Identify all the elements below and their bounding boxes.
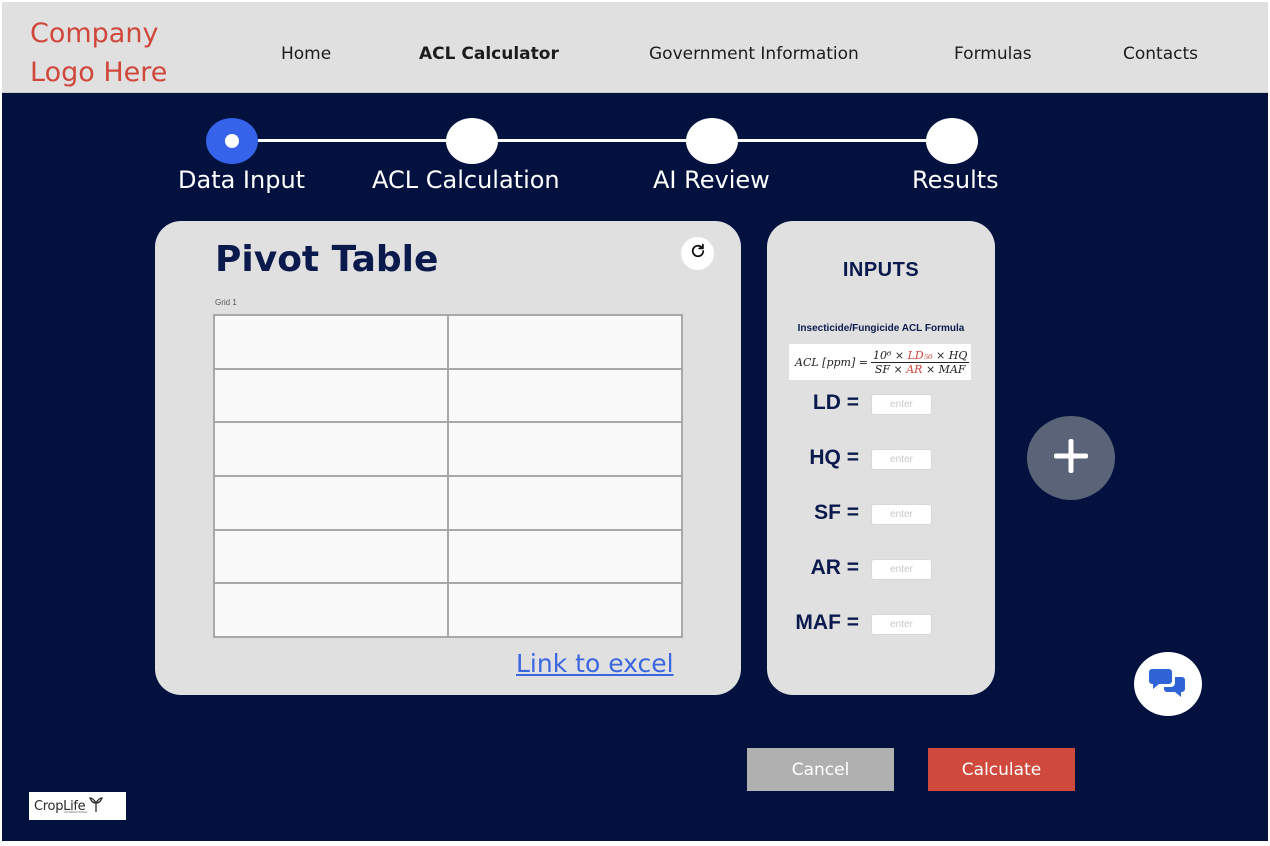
input-row-sf: SF = xyxy=(767,501,995,525)
maf-input[interactable] xyxy=(871,614,932,635)
pivot-table-title: Pivot Table xyxy=(215,239,439,280)
nav-contacts[interactable]: Contacts xyxy=(1123,44,1198,64)
step-ai-review-indicator[interactable] xyxy=(686,118,738,164)
nav-government-information[interactable]: Government Information xyxy=(649,44,859,64)
ar-label: AR = xyxy=(810,556,859,579)
ld-label: LD = xyxy=(812,391,859,414)
sf-input[interactable] xyxy=(871,504,932,525)
acl-calculator-app: Company Logo Here Home ACL Calculator Go… xyxy=(0,0,1270,846)
formula-numerator-suffix: × HQ xyxy=(932,348,968,362)
add-input-button[interactable] xyxy=(1027,416,1115,500)
grid-cell[interactable] xyxy=(215,369,447,422)
step-data-input-label: Data Input xyxy=(178,166,306,194)
input-row-hq: HQ = xyxy=(767,446,995,470)
inputs-card: INPUTS Insecticide/Fungicide ACL Formula… xyxy=(767,221,995,695)
company-logo: Company Logo Here xyxy=(30,14,180,92)
croplife-plant-icon xyxy=(89,796,104,817)
step-ai-review-label: AI Review xyxy=(653,166,770,194)
grid-cell[interactable] xyxy=(215,477,447,529)
croplife-logo: CropLife INTERNATIONAL xyxy=(29,792,126,820)
plus-icon xyxy=(1052,437,1090,480)
input-row-ld: LD = xyxy=(767,391,995,415)
pivot-table-card: Pivot Table Grid 1 Link to excel xyxy=(155,221,741,695)
grid-cell[interactable] xyxy=(449,423,681,475)
formula-title: Insecticide/Fungicide ACL Formula xyxy=(797,323,965,334)
formula-fraction: 10⁶ × LD₅₀ × HQ SF × AR × MAF xyxy=(870,348,970,376)
formula-numerator-prefix: 10⁶ × xyxy=(872,348,908,362)
step-results-indicator[interactable] xyxy=(926,118,978,164)
nav-formulas[interactable]: Formulas xyxy=(954,44,1032,64)
input-row-ar: AR = xyxy=(767,556,995,580)
ld-input[interactable] xyxy=(871,394,932,415)
step-data-input-indicator[interactable] xyxy=(206,118,258,164)
grid-cell[interactable] xyxy=(215,423,447,475)
grid-label: Grid 1 xyxy=(215,298,237,307)
hq-label: HQ = xyxy=(809,446,859,469)
calculate-button[interactable]: Calculate xyxy=(928,748,1075,791)
excel-link[interactable]: Link to excel xyxy=(516,649,674,678)
grid-cell[interactable] xyxy=(449,316,681,368)
grid-cell[interactable] xyxy=(215,584,447,636)
formula-numerator: 10⁶ × LD₅₀ × HQ xyxy=(870,348,970,363)
acl-formula: ACL [ppm] = 10⁶ × LD₅₀ × HQ SF × AR × MA… xyxy=(789,344,971,380)
ar-input[interactable] xyxy=(871,559,932,580)
refresh-button[interactable] xyxy=(681,237,714,270)
formula-lhs: ACL [ppm] = xyxy=(795,355,868,369)
step-acl-calculation-label: ACL Calculation xyxy=(372,166,560,194)
nav-home[interactable]: Home xyxy=(281,44,331,64)
chat-bubbles-icon xyxy=(1149,665,1187,704)
top-header: Company Logo Here Home ACL Calculator Go… xyxy=(2,2,1268,93)
step-active-dot xyxy=(225,134,239,148)
sf-label: SF = xyxy=(814,501,859,524)
formula-denominator: SF × AR × MAF xyxy=(873,363,968,376)
inputs-title: INPUTS xyxy=(842,259,920,281)
cancel-button[interactable]: Cancel xyxy=(747,748,894,791)
maf-label: MAF = xyxy=(795,611,859,634)
formula-denominator-red: AR xyxy=(906,362,923,376)
step-acl-calculation-indicator[interactable] xyxy=(446,118,498,164)
grid-cell[interactable] xyxy=(449,530,681,583)
stepper-line xyxy=(233,139,978,142)
grid-cell[interactable] xyxy=(449,477,681,529)
formula-denominator-suffix: × MAF xyxy=(922,362,966,376)
grid-cell[interactable] xyxy=(215,316,447,368)
chat-button[interactable] xyxy=(1134,652,1202,716)
grid-cell[interactable] xyxy=(449,369,681,422)
input-row-maf: MAF = xyxy=(767,611,995,635)
pivot-grid xyxy=(213,314,683,638)
grid-cell[interactable] xyxy=(215,530,447,583)
grid-cell[interactable] xyxy=(449,584,681,636)
company-logo-text: Company Logo Here xyxy=(30,18,168,88)
nav-acl-calculator[interactable]: ACL Calculator xyxy=(419,44,559,64)
hq-input[interactable] xyxy=(871,449,932,470)
formula-denominator-prefix: SF × xyxy=(874,362,907,376)
refresh-icon xyxy=(689,242,707,265)
formula-numerator-red: LD₅₀ xyxy=(907,348,933,362)
croplife-sub-text: INTERNATIONAL xyxy=(64,810,88,814)
step-results-label: Results xyxy=(912,166,999,194)
